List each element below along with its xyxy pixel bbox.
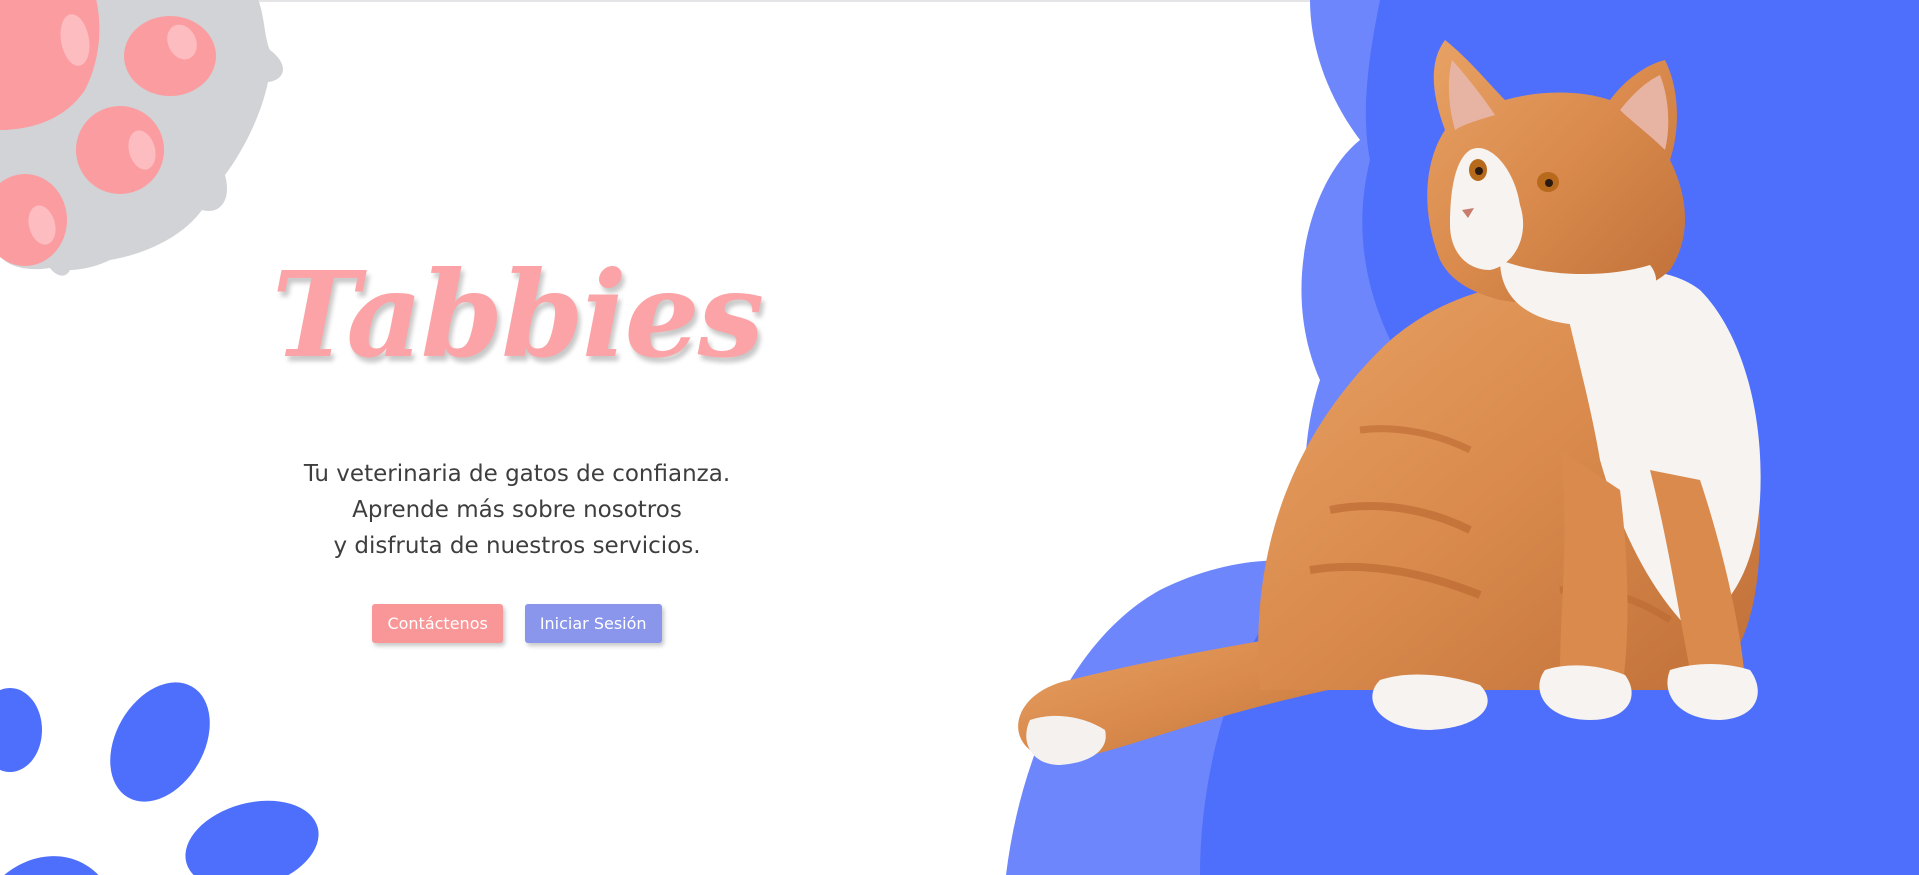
login-button[interactable]: Iniciar Sesión bbox=[524, 604, 662, 643]
tagline-line: Tu veterinaria de gatos de confianza. bbox=[303, 461, 731, 487]
landing-page: Tabbies Tu veterinaria de gatos de confi… bbox=[0, 0, 1919, 875]
contact-button[interactable]: Contáctenos bbox=[372, 604, 503, 643]
tagline-line: y disfruta de nuestros servicios. bbox=[333, 533, 701, 559]
tagline-line: Aprende más sobre nosotros bbox=[352, 497, 682, 523]
brand-title: Tabbies bbox=[271, 245, 764, 384]
hero-tagline: Tu veterinaria de gatos de confianza. Ap… bbox=[252, 456, 782, 564]
cat-illustration bbox=[1018, 40, 1761, 765]
hero-actions: Contáctenos Iniciar Sesión bbox=[252, 604, 782, 643]
hero-content: Tabbies Tu veterinaria de gatos de confi… bbox=[252, 240, 782, 660]
paw-print-icon bbox=[0, 682, 319, 875]
